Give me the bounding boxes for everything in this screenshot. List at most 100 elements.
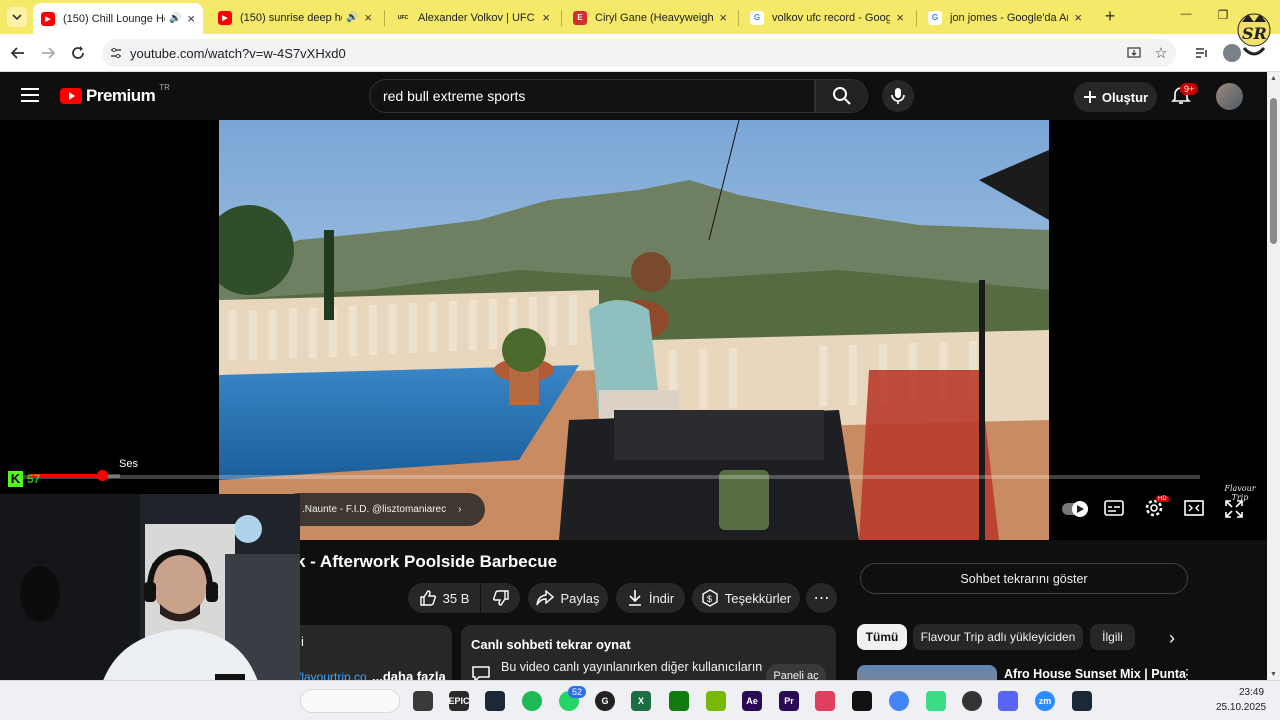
tab-separator bbox=[561, 10, 562, 26]
chips-next-button[interactable]: › bbox=[1162, 628, 1182, 648]
description-prefix: i bbox=[301, 634, 304, 649]
volume-slider[interactable] bbox=[30, 470, 120, 481]
zoom-icon[interactable]: zm bbox=[1035, 691, 1055, 711]
creative-cloud-icon[interactable] bbox=[815, 691, 835, 711]
clock-date[interactable]: 25.10.2025 bbox=[1216, 702, 1266, 713]
tiktok-icon[interactable] bbox=[852, 691, 872, 711]
like-button[interactable]: 35 B bbox=[408, 583, 480, 613]
tab-title: Ciryl Gane (Heavyweight) M bbox=[595, 11, 714, 24]
settings-button[interactable]: HD bbox=[1144, 496, 1169, 523]
tab-title: (150) Chill Lounge House bbox=[63, 12, 165, 25]
site-info-icon[interactable] bbox=[102, 47, 130, 59]
volume-knob[interactable] bbox=[97, 470, 108, 481]
thanks-button[interactable]: $ Teşekkürler bbox=[692, 583, 800, 613]
nvidia-icon[interactable] bbox=[706, 691, 726, 711]
install-app-icon[interactable] bbox=[1124, 43, 1144, 63]
epic-games-icon[interactable]: EPIC bbox=[449, 691, 470, 711]
progress-bar[interactable] bbox=[10, 475, 1200, 479]
clock-time[interactable]: 23:49 bbox=[1239, 687, 1264, 698]
tab-separator bbox=[916, 10, 917, 26]
recommended-title[interactable]: Afro House Sunset Mix | Punta bbox=[1004, 667, 1186, 681]
show-chat-replay-label: Sohbet tekrarını göster bbox=[960, 571, 1088, 586]
profile-logo[interactable]: SR bbox=[1234, 10, 1274, 66]
speaker-icon[interactable]: 🔊 bbox=[169, 13, 181, 24]
subtitles-button[interactable] bbox=[1104, 500, 1124, 521]
account-avatar[interactable] bbox=[1216, 83, 1243, 110]
credit-chip[interactable]: .Naunte - F.I.D. @lisztomaniarec › bbox=[282, 493, 485, 526]
forward-button[interactable] bbox=[38, 43, 58, 63]
youtube-logo[interactable]: Premium TR bbox=[60, 83, 170, 106]
tab-search-button[interactable] bbox=[7, 7, 27, 27]
new-tab-button[interactable]: + bbox=[1101, 6, 1119, 26]
chat-replay-body: Bu video canlı yayınlanırken diğer kulla… bbox=[501, 660, 763, 674]
media-control-icon[interactable] bbox=[1192, 43, 1212, 63]
chrome-icon[interactable] bbox=[889, 691, 909, 711]
close-tab-icon[interactable]: × bbox=[364, 10, 372, 25]
theater-icon bbox=[1184, 500, 1204, 516]
steam-icon[interactable] bbox=[485, 691, 505, 711]
download-label: İndir bbox=[648, 590, 675, 606]
back-button[interactable] bbox=[8, 43, 28, 63]
maximize-button[interactable]: ❐ bbox=[1213, 8, 1233, 22]
share-button[interactable]: Paylaş bbox=[528, 583, 608, 613]
tab-title: jon jomes - Google'da Ara bbox=[950, 11, 1069, 24]
filter-chip[interactable]: İlgili bbox=[1090, 624, 1135, 650]
close-tab-icon[interactable]: × bbox=[1074, 10, 1082, 25]
after-effects-icon[interactable]: Ae bbox=[742, 691, 762, 711]
fullscreen-button[interactable] bbox=[1225, 500, 1243, 523]
theater-mode-button[interactable] bbox=[1184, 500, 1204, 521]
close-tab-icon[interactable]: × bbox=[896, 10, 904, 25]
discord-icon[interactable] bbox=[998, 691, 1018, 711]
browser-tab[interactable]: ▶ (150) sunrise deep house 🔊 × bbox=[210, 4, 380, 31]
browser-tab[interactable]: Gvolkov ufc record - Google × bbox=[742, 4, 912, 31]
speaker-icon[interactable]: 🔊 bbox=[346, 12, 358, 23]
autoplay-toggle[interactable] bbox=[1062, 501, 1088, 517]
browser-tab[interactable]: ▶ (150) Chill Lounge House 🔊 × bbox=[33, 3, 203, 34]
svg-text:$: $ bbox=[707, 594, 712, 604]
video-player[interactable]: Flavour Trip Ses .Naunte - F.I.D. @liszt… bbox=[0, 120, 1267, 540]
record-icon[interactable] bbox=[962, 691, 982, 711]
scroll-thumb[interactable] bbox=[1270, 98, 1277, 244]
profile-logo-text: SR bbox=[1242, 24, 1267, 43]
filter-chip[interactable]: Tümü bbox=[857, 624, 907, 650]
browser-tab[interactable]: Gjon jomes - Google'da Ara × bbox=[920, 4, 1090, 31]
create-button[interactable]: Oluştur bbox=[1074, 82, 1157, 112]
browser-tab-bar: ▶ (150) Chill Lounge House 🔊 × ▶ (150) sunris… bbox=[0, 0, 1280, 56]
dislike-button[interactable] bbox=[481, 583, 520, 613]
minimize-button[interactable]: — bbox=[1176, 8, 1196, 20]
menu-button[interactable] bbox=[21, 87, 39, 103]
browser-tab[interactable]: E Ciryl Gane (Heavyweight) M × bbox=[565, 4, 735, 31]
volume-tooltip: Ses bbox=[119, 458, 138, 470]
excel-icon[interactable]: X bbox=[631, 691, 651, 711]
premiere-icon[interactable]: Pr bbox=[779, 691, 799, 711]
scroll-up-arrow[interactable]: ▲ bbox=[1270, 75, 1277, 82]
sherdog-icon: E bbox=[573, 10, 587, 25]
close-tab-icon[interactable]: × bbox=[542, 10, 550, 25]
notifications-button[interactable]: 9+ bbox=[1171, 83, 1199, 107]
more-actions-button[interactable]: ⋯ bbox=[806, 583, 837, 613]
voice-search-button[interactable] bbox=[882, 80, 914, 112]
obs-icon[interactable] bbox=[413, 691, 433, 711]
reload-button[interactable] bbox=[68, 43, 88, 63]
xbox-icon[interactable] bbox=[669, 691, 689, 711]
download-button[interactable]: İndir bbox=[616, 583, 685, 613]
page-scrollbar[interactable]: ▲ ▼ bbox=[1267, 72, 1280, 680]
address-bar[interactable]: youtube.com/watch?v=w-4S7vXHxd0 bbox=[102, 39, 1176, 67]
filter-chip[interactable]: Flavour Trip adlı yükleyiciden bbox=[913, 624, 1083, 650]
steam-2-icon[interactable] bbox=[1072, 691, 1092, 711]
close-tab-icon[interactable]: × bbox=[187, 11, 195, 26]
share-icon bbox=[536, 590, 555, 606]
taskbar-search[interactable] bbox=[300, 689, 400, 713]
close-tab-icon[interactable]: × bbox=[719, 10, 727, 25]
credit-text: .Naunte - F.I.D. @lisztomaniarec bbox=[302, 504, 447, 515]
spotify-icon[interactable] bbox=[522, 691, 542, 711]
search-button[interactable] bbox=[815, 79, 868, 113]
show-chat-replay-button[interactable]: Sohbet tekrarını göster bbox=[860, 563, 1188, 594]
scroll-down-arrow[interactable]: ▼ bbox=[1270, 671, 1277, 678]
kick-logo-icon: K bbox=[8, 471, 23, 487]
g-hub-icon[interactable]: G bbox=[595, 691, 615, 711]
android-icon[interactable] bbox=[926, 691, 946, 711]
browser-tab[interactable]: UFC Alexander Volkov | UFC × bbox=[388, 4, 558, 31]
search-input[interactable]: red bull extreme sports bbox=[369, 79, 815, 113]
bookmark-star-icon[interactable]: ☆ bbox=[1151, 43, 1171, 63]
